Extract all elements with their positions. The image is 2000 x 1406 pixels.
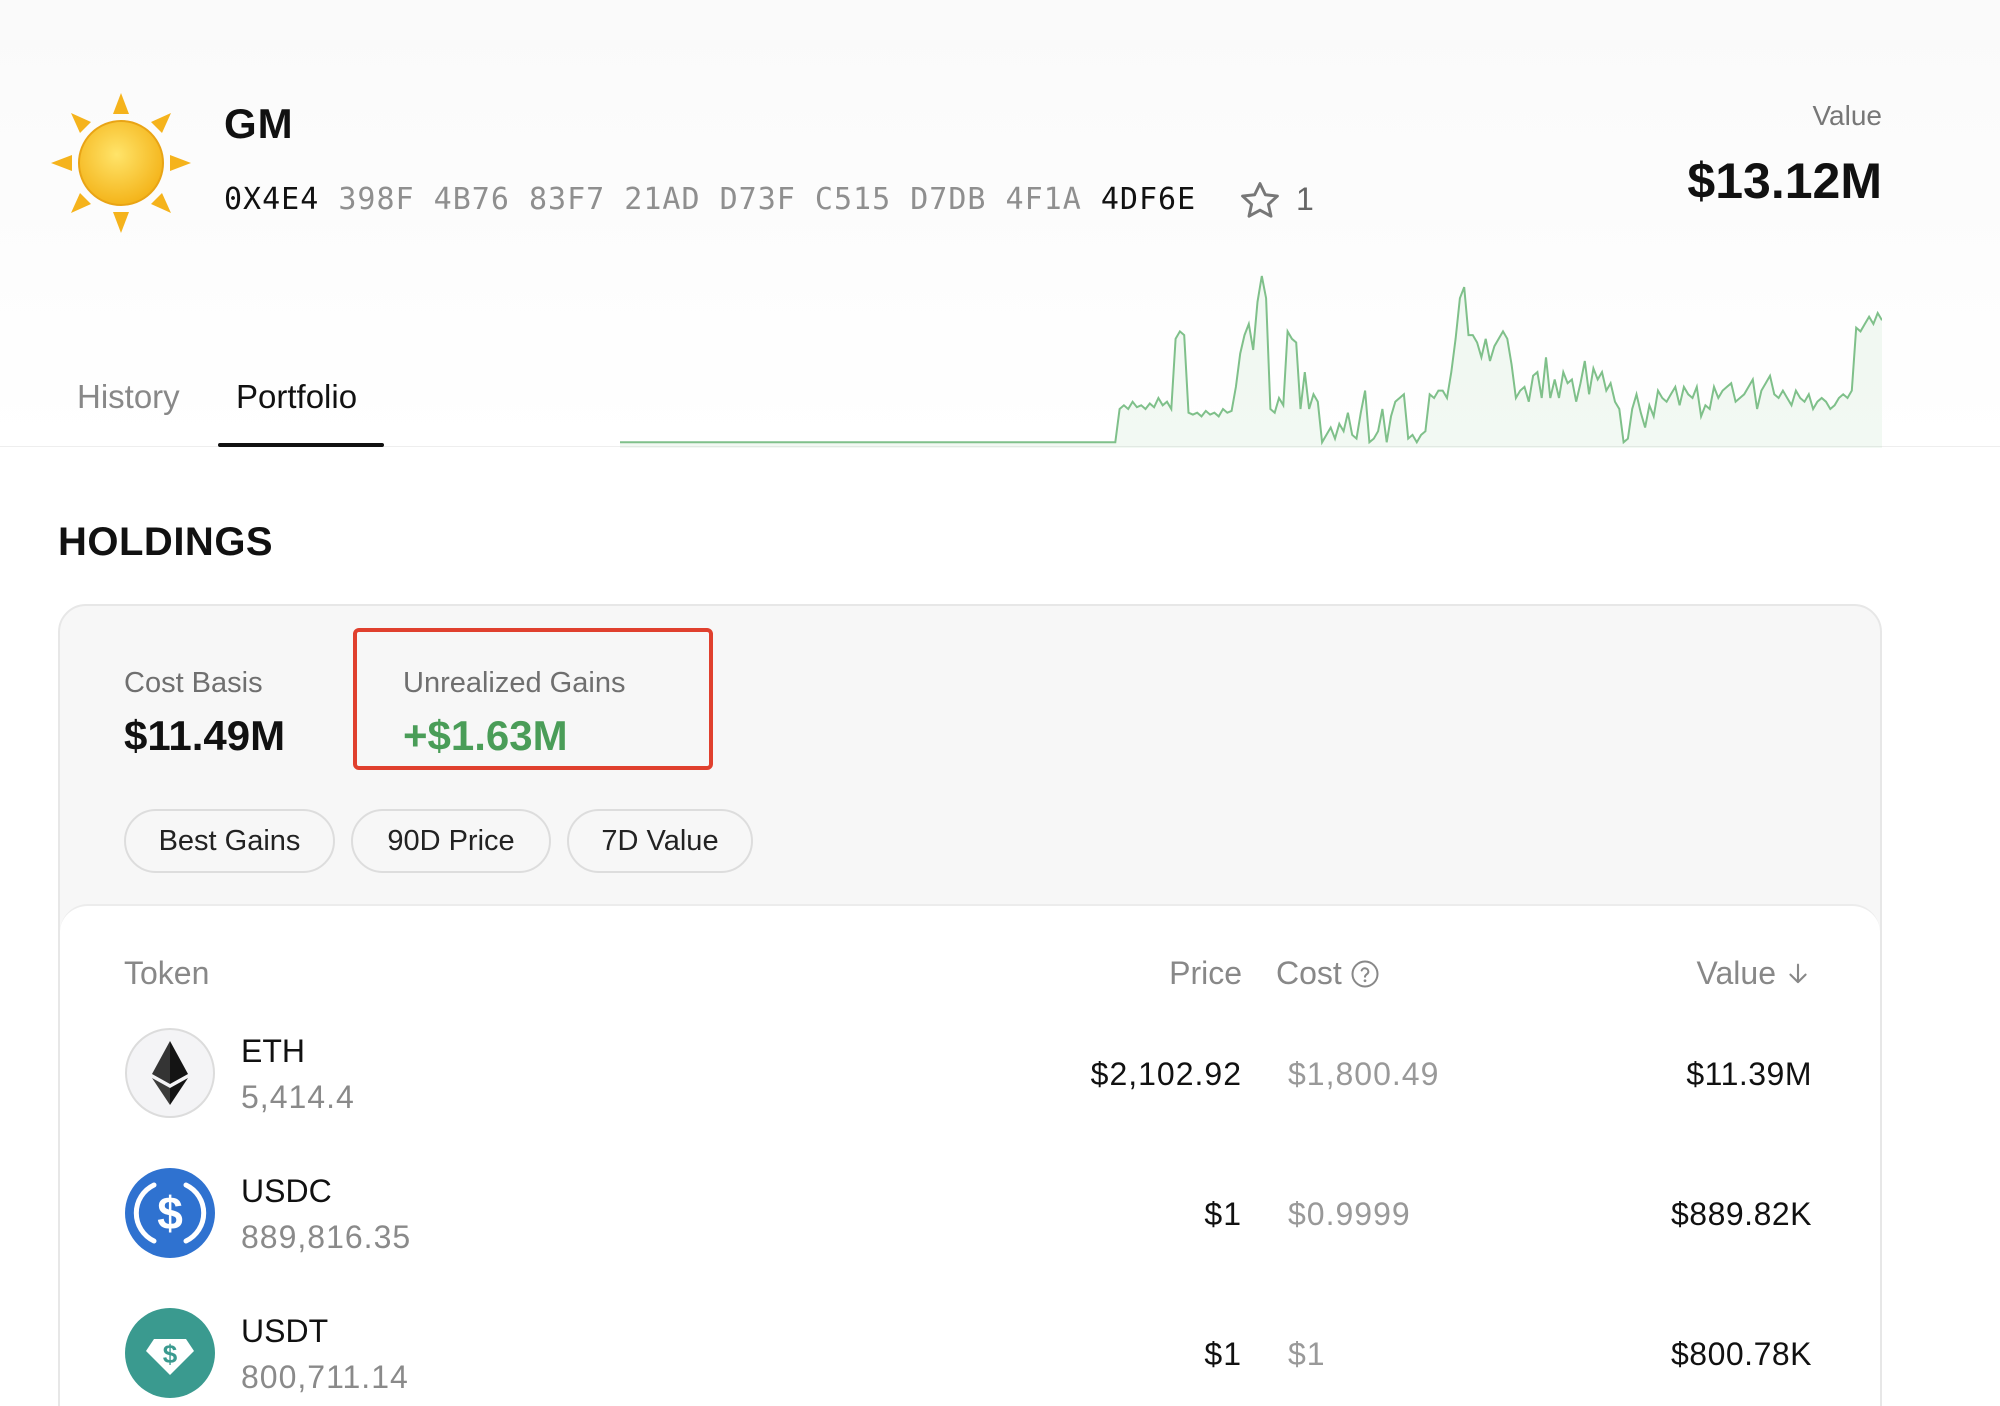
portfolio-value: $13.12M	[1687, 153, 1882, 209]
token-cost: $0.9999	[1288, 1196, 1411, 1232]
svg-text:$: $	[163, 1339, 178, 1369]
token-value: $889.82K	[1670, 1196, 1812, 1232]
svg-text:$: $	[157, 1187, 183, 1239]
holdings-table	[60, 904, 1880, 1406]
star-count: 1	[1296, 181, 1314, 217]
address-suffix: 4DF6E	[1100, 182, 1197, 217]
sort-down-arrow-icon	[1789, 963, 1807, 983]
address-middle: 398F 4B76 83F7 21AD D73F C515 D7DB 4F1A	[319, 182, 1101, 217]
holdings-title: HOLDINGS	[58, 520, 274, 564]
tab-portfolio[interactable]: Portfolio	[236, 378, 357, 416]
token-price: $1	[1204, 1196, 1242, 1232]
active-tab-indicator	[218, 443, 384, 447]
sun-icon	[51, 93, 191, 233]
token-symbol: USDT	[241, 1313, 329, 1349]
cost-basis-label: Cost Basis	[124, 667, 263, 699]
column-token-label: Token	[124, 955, 210, 991]
usdc-icon: $	[125, 1168, 215, 1258]
token-amount: 889,816.35	[241, 1219, 412, 1255]
token-symbol: ETH	[241, 1033, 305, 1069]
wallet-name: GM	[224, 100, 294, 147]
token-price: $1	[1204, 1336, 1242, 1372]
value-label: Value	[1812, 100, 1882, 131]
token-symbol: USDC	[241, 1173, 332, 1209]
token-cost: $1,800.49	[1288, 1056, 1440, 1092]
help-icon[interactable]	[1350, 959, 1380, 989]
column-value-label: Value	[1696, 955, 1776, 991]
token-cost: $1	[1288, 1336, 1326, 1372]
token-value: $11.39M	[1686, 1056, 1812, 1092]
filter-90d-price[interactable]: 90D Price	[351, 809, 551, 873]
usdt-icon: $	[125, 1308, 215, 1398]
filter-7d-value[interactable]: 7D Value	[567, 809, 753, 873]
column-price-label: Price	[1169, 955, 1242, 991]
token-value: $800.78K	[1670, 1336, 1812, 1372]
unrealized-gains-label: Unrealized Gains	[403, 667, 626, 699]
token-amount: 5,414.4	[241, 1079, 355, 1115]
column-cost-label: Cost	[1276, 955, 1342, 991]
address-prefix: 0X4E4	[224, 182, 320, 217]
filter-best-gains[interactable]: Best Gains	[124, 809, 335, 873]
token-price: $2,102.92	[1090, 1056, 1242, 1092]
column-header-value[interactable]: Value	[1697, 955, 1812, 992]
wallet-address[interactable]: 0X4E4 398F 4B76 83F7 21AD D73F C515 D7DB…	[224, 182, 1196, 217]
ethereum-icon	[125, 1028, 215, 1118]
sparkline-area	[620, 276, 1882, 448]
unrealized-gains-value: +$1.63M	[403, 712, 568, 759]
token-amount: 800,711.14	[241, 1359, 409, 1395]
column-header-price[interactable]: Price	[1169, 955, 1242, 992]
tab-history[interactable]: History	[77, 378, 180, 416]
value-sparkline	[620, 275, 1882, 448]
column-header-token[interactable]: Token	[124, 955, 209, 992]
star-icon[interactable]	[1238, 179, 1282, 223]
column-header-cost[interactable]: Cost	[1276, 955, 1380, 992]
cost-basis-value: $11.49M	[124, 712, 286, 759]
